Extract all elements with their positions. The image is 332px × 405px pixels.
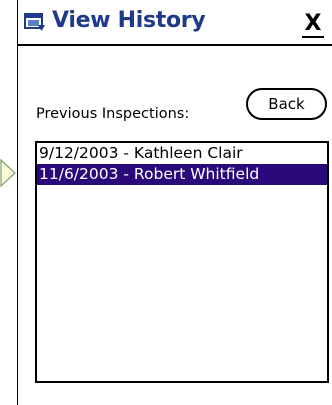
close-icon: X [304, 11, 322, 36]
page: View History X Previous Inspections: Bac… [0, 0, 332, 405]
back-button[interactable]: Back [246, 88, 327, 120]
title-divider [18, 44, 332, 46]
window-title: View History [52, 8, 206, 33]
list-item[interactable]: 9/12/2003 - Kathleen Clair [37, 143, 327, 164]
close-button[interactable]: X [298, 10, 328, 38]
window-icon [24, 13, 45, 31]
inspections-list[interactable]: 9/12/2003 - Kathleen Clair 11/6/2003 - R… [35, 141, 329, 383]
device-screen: View History X Previous Inspections: Bac… [17, 0, 332, 405]
close-underline [302, 36, 324, 38]
title-bar: View History X [18, 0, 332, 44]
list-item-selected[interactable]: 11/6/2003 - Robert Whitfield [37, 164, 327, 185]
previous-inspections-label: Previous Inspections: [36, 106, 190, 122]
